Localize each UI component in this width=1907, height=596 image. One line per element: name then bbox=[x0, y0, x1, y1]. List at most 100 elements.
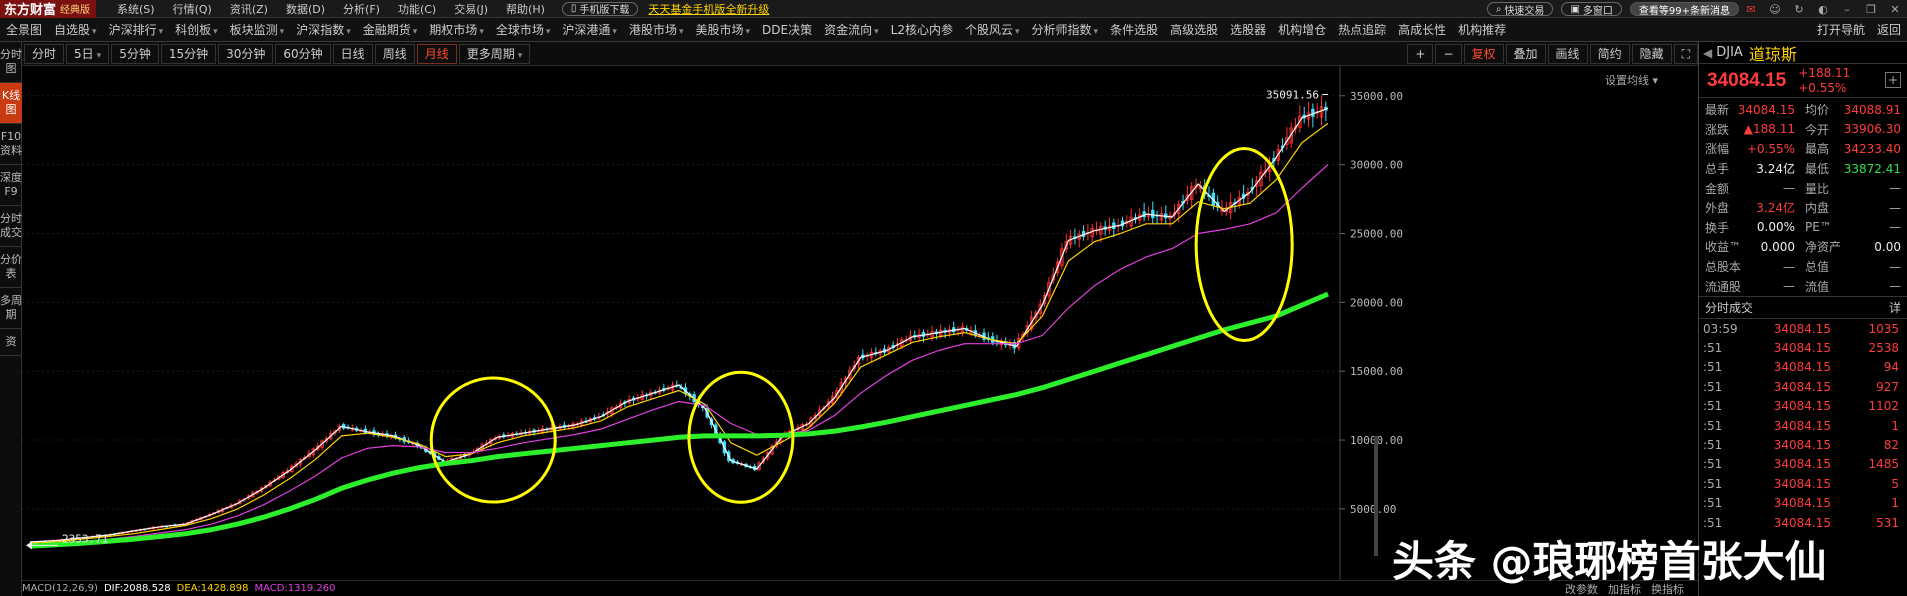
chart-toolbar: 分时5日5分钟15分钟30分钟60分钟日线周线月线更多周期 +−复权叠加画线简约… bbox=[22, 42, 1698, 66]
nav-item-18[interactable]: 高级选股 bbox=[1164, 18, 1224, 41]
chart-tool-6[interactable]: 隐藏 bbox=[1631, 44, 1672, 64]
menu-item-1[interactable]: 行情(Q) bbox=[164, 1, 221, 17]
nav-item-15[interactable]: 个股风云 bbox=[959, 18, 1026, 41]
tick-price: 34084.15 bbox=[1773, 476, 1831, 491]
period-tab-6[interactable]: 日线 bbox=[332, 43, 373, 64]
nav-item-0[interactable]: 全景图 bbox=[0, 18, 48, 41]
menu-item-2[interactable]: 资讯(Z) bbox=[221, 1, 277, 17]
stat-row: 最新 34084.15 均价 34088.91 bbox=[1699, 100, 1907, 120]
user-icon[interactable]: ☺ bbox=[1763, 3, 1787, 16]
menu-item-4[interactable]: 分析(F) bbox=[334, 1, 389, 17]
nav-item-7[interactable]: 期权市场 bbox=[423, 18, 490, 41]
indicator-name[interactable]: MACD(12,26,9) bbox=[22, 583, 98, 594]
back-button[interactable]: 返回 bbox=[1871, 18, 1907, 41]
ticks-list: 03:59 34084.15 1035:51 34084.15 2538:51 34084… bbox=[1699, 319, 1907, 532]
chart-tool-4[interactable]: 画线 bbox=[1547, 44, 1588, 64]
menu-item-3[interactable]: 数据(D) bbox=[277, 1, 334, 17]
view-tab-6[interactable]: 多周期 bbox=[0, 288, 22, 329]
tick-price: 34084.15 bbox=[1773, 418, 1831, 433]
nav-item-13[interactable]: 资金流向 bbox=[818, 18, 885, 41]
skin-icon[interactable]: ◐ bbox=[1811, 3, 1835, 16]
stat-value: ▲188.11 bbox=[1743, 122, 1795, 137]
close-icon[interactable]: ✕ bbox=[1883, 3, 1907, 16]
nav-item-21[interactable]: 热点追踪 bbox=[1332, 18, 1392, 41]
period-tab-9[interactable]: 更多周期 bbox=[458, 43, 531, 64]
nav-item-12[interactable]: DDE决策 bbox=[756, 18, 818, 41]
nav-item-16[interactable]: 分析师指数 bbox=[1026, 18, 1105, 41]
refresh-icon[interactable]: ↻ bbox=[1787, 3, 1811, 16]
menu-item-7[interactable]: 帮助(H) bbox=[497, 1, 554, 17]
stat-row: 收益™ 0.000 净资产 0.00 bbox=[1699, 237, 1907, 257]
period-tab-4[interactable]: 30分钟 bbox=[218, 43, 274, 64]
nav-item-8[interactable]: 全球市场 bbox=[490, 18, 557, 41]
view-tab-7[interactable]: 资 bbox=[0, 329, 22, 356]
minimize-icon[interactable]: – bbox=[1835, 3, 1859, 16]
nav-item-17[interactable]: 条件选股 bbox=[1104, 18, 1164, 41]
chart-tool-5[interactable]: 简约 bbox=[1589, 44, 1630, 64]
view-tab-3[interactable]: 深度F9 bbox=[0, 165, 22, 206]
stat-value: — bbox=[1783, 279, 1795, 294]
view-tab-1[interactable]: K线图 bbox=[0, 83, 22, 124]
menu-item-6[interactable]: 交易(J) bbox=[445, 1, 497, 17]
period-tab-7[interactable]: 周线 bbox=[374, 43, 415, 64]
ticks-detail-button[interactable]: 详 bbox=[1889, 299, 1901, 316]
nav-item-19[interactable]: 选股器 bbox=[1224, 18, 1272, 41]
fullscreen-icon[interactable]: ⛶ bbox=[1673, 44, 1698, 64]
news-button[interactable]: 查看等99+条新消息 bbox=[1629, 2, 1739, 17]
period-tab-8[interactable]: 月线 bbox=[416, 43, 457, 64]
tick-price: 34084.15 bbox=[1773, 496, 1831, 511]
nav-item-22[interactable]: 高成长性 bbox=[1392, 18, 1452, 41]
nav-item-10[interactable]: 港股市场 bbox=[623, 18, 690, 41]
view-tab-2[interactable]: F10资料 bbox=[0, 124, 22, 165]
nav-item-5[interactable]: 沪深指数 bbox=[290, 18, 357, 41]
nav-item-2[interactable]: 沪深排行 bbox=[103, 18, 170, 41]
tick-time: :51 bbox=[1703, 341, 1723, 356]
view-tab-4[interactable]: 分时成交 bbox=[0, 206, 22, 247]
period-tab-1[interactable]: 5日 bbox=[66, 43, 110, 64]
settings-ma-button[interactable]: 设置均线 ▾ bbox=[1605, 72, 1658, 88]
chart-tool-1[interactable]: − bbox=[1435, 44, 1462, 64]
quote-header: ◀ DJIA 道琼斯 bbox=[1699, 42, 1907, 64]
stat-label: 涨跌 bbox=[1705, 122, 1730, 137]
chart-tool-2[interactable]: 复权 bbox=[1463, 44, 1504, 64]
chart-tool-3[interactable]: 叠加 bbox=[1505, 44, 1546, 64]
kline-chart[interactable]: 35000.00 30000.00 25000.00 20000.00 15000.00… bbox=[22, 66, 1698, 580]
chart-canvas[interactable]: 35000.00 30000.00 25000.00 20000.00 15000.00… bbox=[22, 66, 1698, 580]
nav-item-11[interactable]: 美股市场 bbox=[689, 18, 756, 41]
collapse-icon[interactable]: ◀ bbox=[1703, 46, 1712, 60]
mobile-download-button[interactable]: ▯ 手机版下载 bbox=[561, 1, 639, 16]
tick-volume: 1035 bbox=[1868, 321, 1899, 336]
menu-item-0[interactable]: 系统(S) bbox=[108, 1, 164, 17]
chart-tool-0[interactable]: + bbox=[1407, 44, 1434, 64]
multi-window-button[interactable]: ▣ 多窗口 bbox=[1561, 2, 1622, 17]
nav-item-3[interactable]: 科创板 bbox=[169, 18, 224, 41]
period-tab-5[interactable]: 60分钟 bbox=[275, 43, 331, 64]
nav-item-6[interactable]: 金融期货 bbox=[357, 18, 424, 41]
view-tab-5[interactable]: 分价表 bbox=[0, 247, 22, 288]
period-tab-0[interactable]: 分时 bbox=[24, 43, 65, 64]
quote-stats: 最新 34084.15 均价 34088.91 涨跌 ▲188.11 今开 33906.30 涨… bbox=[1699, 98, 1907, 297]
tick-time: :51 bbox=[1703, 457, 1723, 472]
promo-link[interactable]: 天天基金手机版全新升级 bbox=[648, 1, 769, 17]
nav-item-20[interactable]: 机构增仓 bbox=[1272, 18, 1332, 41]
open-nav-button[interactable]: 打开导航 bbox=[1811, 18, 1871, 41]
quick-trade-button[interactable]: ⌕ 快速交易 bbox=[1486, 2, 1554, 17]
view-tab-0[interactable]: 分时图 bbox=[0, 42, 22, 83]
nav-item-4[interactable]: 板块监测 bbox=[224, 18, 291, 41]
add-watchlist-button[interactable]: + bbox=[1885, 72, 1901, 88]
nav-item-9[interactable]: 沪深港通 bbox=[556, 18, 623, 41]
min-label: 2353.71 bbox=[62, 532, 108, 545]
nav-item-1[interactable]: 自选股 bbox=[48, 18, 103, 41]
menu-item-5[interactable]: 功能(C) bbox=[389, 1, 445, 17]
nav-item-14[interactable]: L2核心内参 bbox=[885, 18, 959, 41]
title-bar: 东方财富 经典版 系统(S) 行情(Q) 资讯(Z) 数据(D) 分析(F) 功能(C) 交… bbox=[0, 0, 1907, 18]
period-tab-3[interactable]: 15分钟 bbox=[160, 43, 217, 64]
tick-row: :51 34084.15 1102 bbox=[1699, 397, 1907, 416]
nav-item-23[interactable]: 机构推荐 bbox=[1452, 18, 1512, 41]
mail-icon[interactable]: ✉ bbox=[1739, 3, 1763, 16]
period-tab-2[interactable]: 5分钟 bbox=[111, 43, 159, 64]
market-nav-bar: 全景图自选股沪深排行科创板板块监测沪深指数金融期货期权市场全球市场沪深港通港股市… bbox=[0, 18, 1907, 42]
tick-price: 34084.15 bbox=[1773, 437, 1831, 452]
restore-icon[interactable]: ❐ bbox=[1859, 3, 1883, 16]
chart-tools: + − 复权 叠加 画线 简约 隐藏 ⛶ bbox=[1405, 42, 1698, 66]
